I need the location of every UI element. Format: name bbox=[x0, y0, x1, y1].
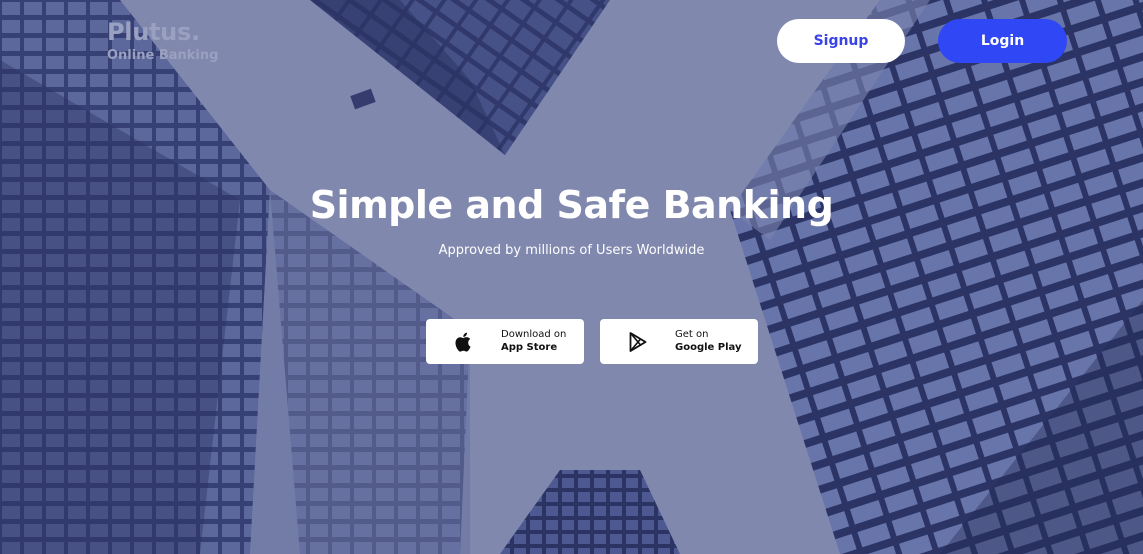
signup-button[interactable]: Signup bbox=[777, 19, 905, 63]
brand-name: Plutus. bbox=[107, 18, 200, 46]
google-play-label: Google Play bbox=[675, 342, 742, 353]
play-store-icon bbox=[627, 331, 649, 353]
app-store-text: Download on App Store bbox=[501, 329, 566, 354]
app-store-caption: Download on bbox=[501, 329, 567, 340]
hero-subline: Approved by millions of Users Worldwide bbox=[438, 243, 705, 258]
hero-section: Plutus. Online Banking Signup Login Simp… bbox=[0, 0, 1143, 554]
apple-icon bbox=[453, 331, 475, 353]
app-store-button[interactable]: Download on App Store bbox=[426, 319, 584, 364]
hero-headline: Simple and Safe Banking bbox=[309, 183, 834, 227]
login-button[interactable]: Login bbox=[938, 19, 1067, 63]
google-play-caption: Get on bbox=[675, 329, 709, 340]
brand-logo[interactable]: Plutus. Online Banking bbox=[107, 18, 218, 64]
google-play-text: Get on Google Play bbox=[675, 329, 742, 354]
google-play-button[interactable]: Get on Google Play bbox=[600, 319, 758, 364]
brand-tagline: Online Banking bbox=[107, 48, 219, 63]
app-store-label: App Store bbox=[501, 342, 558, 353]
hero-background-image bbox=[0, 0, 1143, 554]
